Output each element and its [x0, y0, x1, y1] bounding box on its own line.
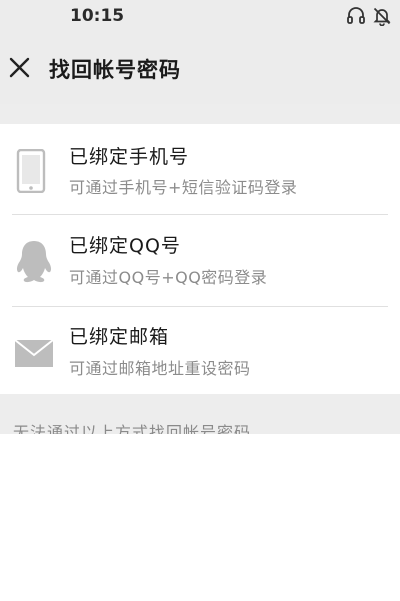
option-qq-title: 已绑定QQ号 [69, 235, 181, 257]
option-email[interactable]: 已绑定邮箱 可通过邮箱地址重设密码 [0, 307, 400, 395]
status-time: 10:15 [70, 6, 125, 26]
page-title: 找回帐号密码 [49, 58, 181, 82]
bell-muted-icon [372, 6, 392, 26]
option-phone-title: 已绑定手机号 [69, 146, 190, 168]
section-gap [0, 104, 400, 124]
headset-icon [346, 6, 366, 26]
recovery-options: 已绑定手机号 可通过手机号+短信验证码登录 已绑定QQ号 可通过QQ号+QQ密码… [0, 124, 400, 394]
mail-icon [14, 336, 54, 374]
option-phone-desc: 可通过手机号+短信验证码登录 [69, 178, 298, 197]
close-button[interactable] [6, 54, 34, 82]
qq-icon [14, 239, 54, 287]
section-gap-bottom: 无法通过以上方式找回帐号密码 [0, 394, 400, 434]
phone-icon [14, 148, 50, 197]
option-email-desc: 可通过邮箱地址重设密码 [69, 359, 251, 378]
option-email-title: 已绑定邮箱 [69, 326, 170, 348]
option-qq[interactable]: 已绑定QQ号 可通过QQ号+QQ密码登录 [0, 215, 400, 303]
other-methods-link[interactable]: 无法通过以上方式找回帐号密码 [13, 419, 251, 434]
status-icons [346, 6, 392, 26]
option-phone[interactable]: 已绑定手机号 可通过手机号+短信验证码登录 [0, 124, 400, 212]
status-bar: 10:15 [0, 0, 400, 32]
option-qq-desc: 可通过QQ号+QQ密码登录 [69, 268, 268, 287]
close-icon [9, 57, 30, 78]
header-bar: 找回帐号密码 [0, 32, 400, 104]
